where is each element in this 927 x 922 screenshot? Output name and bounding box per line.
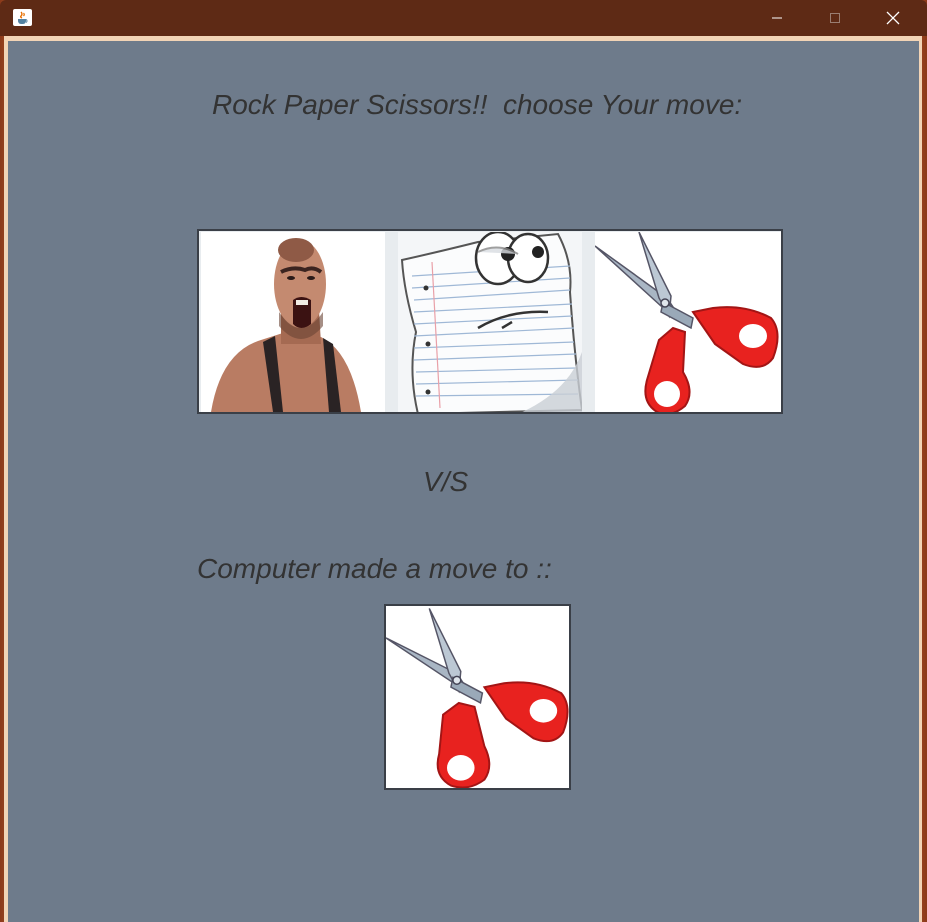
close-button[interactable]	[864, 0, 922, 36]
choice-buttons	[197, 229, 783, 414]
maximize-icon	[830, 13, 840, 23]
versus-label: V/S	[423, 466, 469, 497]
paper-button[interactable]	[398, 232, 582, 412]
computer-move-display	[384, 604, 571, 790]
paper-image	[398, 232, 582, 412]
java-icon	[13, 9, 32, 26]
minimize-icon	[772, 17, 782, 19]
maximize-button[interactable]	[806, 0, 864, 36]
prompt-label: Rock Paper Scissors!! choose Your move:	[212, 89, 743, 120]
close-icon	[886, 11, 900, 25]
title-bar[interactable]	[0, 0, 927, 36]
game-panel: Rock Paper Scissors!! choose Your move:	[8, 41, 919, 922]
rock-image	[201, 232, 385, 412]
app-window: Rock Paper Scissors!! choose Your move:	[0, 0, 927, 922]
minimize-button[interactable]	[748, 0, 806, 36]
rock-button[interactable]	[201, 232, 385, 412]
computer-move-label: Computer made a move to ::	[197, 553, 552, 584]
scissors-button[interactable]	[595, 232, 781, 412]
scissors-image	[386, 608, 569, 788]
scissors-image	[595, 232, 781, 412]
